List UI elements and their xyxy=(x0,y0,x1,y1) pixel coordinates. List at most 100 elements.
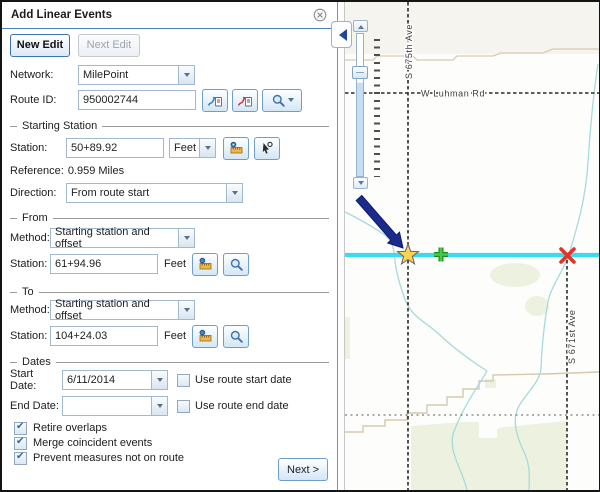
pick-station-on-map-button[interactable] xyxy=(254,137,280,160)
clear-route-selection-button[interactable] xyxy=(232,89,258,112)
merge-coincident-events-label: Merge coincident events xyxy=(33,437,152,449)
direction-value: From route start xyxy=(66,183,226,203)
to-legend: To xyxy=(22,286,34,298)
dates-divider: Dates xyxy=(10,355,329,369)
chevron-down-icon xyxy=(157,378,163,385)
dates-legend: Dates xyxy=(22,356,51,368)
from-method-dropdown-trigger[interactable] xyxy=(178,228,195,248)
select-route-on-map-button[interactable] xyxy=(202,89,228,112)
next-edit-button[interactable]: Next Edit xyxy=(78,34,140,57)
road-label-671st: S 671st Ave xyxy=(567,310,577,364)
from-units-label: Feet xyxy=(164,258,186,270)
road-label-luhman: W Luhman Rd xyxy=(421,89,485,99)
panel-titlebar: Add Linear Events xyxy=(2,2,337,29)
starting-station-divider: Starting Station xyxy=(10,119,329,133)
map-canvas: W Luhman Rd S 675th Ave S 671st Ave xyxy=(345,2,599,490)
chevron-down-icon xyxy=(288,98,294,105)
to-method-dropdown-trigger[interactable] xyxy=(178,300,195,320)
road-label-675th: S 675th Ave xyxy=(404,24,414,79)
to-station-input[interactable] xyxy=(50,326,158,346)
end-date-label: End Date: xyxy=(10,400,62,412)
new-edit-button[interactable]: New Edit xyxy=(10,34,70,57)
start-date-dropdown-trigger[interactable] xyxy=(151,370,168,390)
app-window: Add Linear Events New Edit Next Edit Net… xyxy=(0,0,600,492)
to-zoom-button[interactable] xyxy=(223,325,249,348)
reference-value: 0.959 Miles xyxy=(68,165,124,177)
pointer-pick-icon xyxy=(259,140,275,156)
direction-dropdown-trigger[interactable] xyxy=(226,183,243,203)
map-top-band xyxy=(345,2,599,54)
from-zoom-button[interactable] xyxy=(223,253,249,276)
starting-station-input[interactable] xyxy=(66,138,164,158)
station-label: Station: xyxy=(10,142,58,154)
to-method-combo[interactable]: Starting station and offset xyxy=(50,300,195,320)
end-date-input[interactable] xyxy=(62,396,151,416)
close-icon[interactable] xyxy=(313,8,327,22)
from-divider: From xyxy=(10,211,329,225)
reference-label: Reference: xyxy=(10,165,64,177)
prevent-measures-checkbox[interactable] xyxy=(14,452,27,465)
add-linear-events-panel: Add Linear Events New Edit Next Edit Net… xyxy=(2,2,338,490)
to-method-value: Starting station and offset xyxy=(50,300,178,320)
measure-icon xyxy=(197,256,213,272)
from-station-input[interactable] xyxy=(50,254,158,274)
from-method-value: Starting station and offset xyxy=(50,228,178,248)
use-route-end-date-checkbox[interactable] xyxy=(177,400,190,413)
route-select-blue-icon xyxy=(207,92,223,108)
map-zoom-slider[interactable] xyxy=(352,20,382,190)
starting-station-legend: Starting Station xyxy=(22,120,97,132)
units-combo[interactable]: Feet xyxy=(169,138,216,158)
route-id-label: Route ID: xyxy=(10,94,70,106)
from-measure-button[interactable] xyxy=(192,253,218,276)
direction-combo[interactable]: From route start xyxy=(66,183,243,203)
zoom-out-button[interactable] xyxy=(353,177,368,189)
start-date-input[interactable] xyxy=(62,370,151,390)
chevron-left-icon xyxy=(333,29,347,41)
chevron-down-icon xyxy=(205,146,211,153)
merge-coincident-events-checkbox[interactable] xyxy=(14,437,27,450)
chevron-down-icon xyxy=(184,73,190,80)
to-divider: To xyxy=(10,285,329,299)
map-view[interactable]: W Luhman Rd S 675th Ave S 671st Ave xyxy=(344,2,599,490)
network-label: Network: xyxy=(10,69,70,81)
search-icon xyxy=(229,329,244,344)
panel-title: Add Linear Events xyxy=(11,9,112,21)
units-dropdown-trigger[interactable] xyxy=(199,138,216,158)
network-combo[interactable]: MilePoint xyxy=(78,65,195,85)
measure-icon xyxy=(228,140,244,156)
zoom-slider-track[interactable] xyxy=(356,33,364,177)
chevron-up-icon xyxy=(358,22,364,29)
panel-collapse-button[interactable] xyxy=(331,21,352,48)
start-date-combo[interactable] xyxy=(62,370,168,390)
measure-station-button[interactable] xyxy=(223,137,249,160)
to-measure-button[interactable] xyxy=(192,325,218,348)
map-background xyxy=(345,2,599,490)
from-station-label: Station: xyxy=(10,258,50,270)
retire-overlaps-checkbox[interactable] xyxy=(14,422,27,435)
network-value: MilePoint xyxy=(78,65,178,85)
route-id-input[interactable] xyxy=(78,90,196,110)
chevron-down-icon xyxy=(358,181,364,188)
zoom-slider-ticks xyxy=(374,39,380,177)
to-station-label: Station: xyxy=(10,330,50,342)
network-dropdown-trigger[interactable] xyxy=(178,65,195,85)
search-icon xyxy=(271,93,286,108)
chevron-down-icon xyxy=(184,236,190,243)
route-search-menu-button[interactable] xyxy=(262,89,302,112)
zoom-in-button[interactable] xyxy=(353,20,368,32)
end-date-dropdown-trigger[interactable] xyxy=(151,396,168,416)
measure-icon xyxy=(197,328,213,344)
from-legend: From xyxy=(22,212,48,224)
use-route-start-date-label: Use route start date xyxy=(195,374,292,386)
search-icon xyxy=(229,257,244,272)
next-button[interactable]: Next > xyxy=(278,458,328,481)
to-units-label: Feet xyxy=(164,330,186,342)
zoom-slider-handle[interactable] xyxy=(352,66,368,79)
from-method-combo[interactable]: Starting station and offset xyxy=(50,228,195,248)
chevron-down-icon xyxy=(184,308,190,315)
chevron-down-icon xyxy=(157,404,163,411)
use-route-start-date-checkbox[interactable] xyxy=(177,374,190,387)
chevron-down-icon xyxy=(232,191,238,198)
end-date-combo[interactable] xyxy=(62,396,168,416)
units-value: Feet xyxy=(169,138,199,158)
